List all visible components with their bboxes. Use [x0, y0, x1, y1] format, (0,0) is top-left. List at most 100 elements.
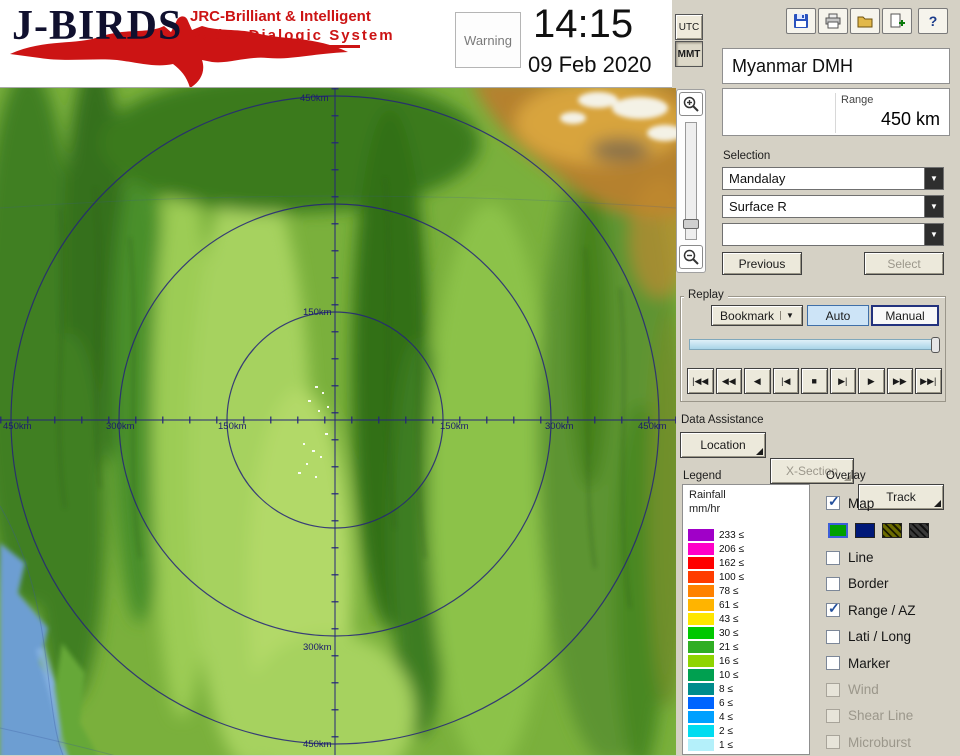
line-checkbox[interactable] — [826, 550, 840, 565]
chevron-down-icon[interactable]: ▼ — [924, 196, 943, 217]
logo-underline — [185, 45, 360, 48]
legend-rows: 233 ≤ 206 ≤ 162 ≤ 100 ≤ 78 ≤ 61 ≤ 43 ≤ 3… — [688, 529, 744, 753]
product-combo[interactable]: Surface R ▼ — [722, 195, 944, 218]
zoom-slider[interactable] — [683, 122, 699, 240]
range-az-checkbox[interactable] — [826, 600, 840, 618]
legend-value: 10 ≤ — [719, 669, 739, 681]
overlay-item-border[interactable]: Border — [826, 571, 948, 597]
play-button[interactable]: ▶ — [858, 368, 885, 394]
legend-value: 4 ≤ — [719, 711, 733, 723]
warning-button[interactable]: Warning — [455, 12, 521, 68]
option-combo[interactable]: ▼ — [722, 223, 944, 246]
legend-color-chip — [688, 683, 714, 695]
data-assistance-label: Data Assistance — [681, 414, 764, 426]
clock-date: 09 Feb 2020 — [528, 52, 652, 77]
legend-row: 61 ≤ — [688, 599, 744, 611]
bookmark-button-label: Bookmark — [720, 308, 775, 323]
open-folder-button[interactable] — [850, 8, 880, 34]
replay-slider[interactable] — [689, 337, 940, 353]
legend-value: 16 ≤ — [719, 655, 739, 667]
print-icon — [825, 13, 841, 29]
legend-color-chip — [688, 627, 714, 639]
utc-button[interactable]: UTC — [675, 14, 703, 40]
mmt-button[interactable]: MMT — [675, 41, 703, 67]
ring-label: 300km — [303, 642, 332, 653]
legend-row: 162 ≤ — [688, 557, 744, 569]
legend-color-chip — [688, 711, 714, 723]
overlay-item-label: Shear Line — [848, 708, 914, 724]
zoom-slider-thumb[interactable] — [683, 219, 699, 229]
legend-color-chip — [688, 739, 714, 751]
overlay-label: Overlay — [826, 470, 866, 482]
overlay-panel: Map Line Border Range / AZ Lati / Long M… — [826, 490, 948, 756]
stop-button[interactable]: ■ — [801, 368, 828, 394]
skip-start-button[interactable]: |◀◀ — [687, 368, 714, 394]
manual-button[interactable]: Manual — [871, 305, 939, 326]
magnifier-plus-icon — [683, 96, 699, 112]
ring-label: 450km — [638, 421, 667, 432]
help-button[interactable]: ? — [918, 8, 948, 34]
fast-rewind-button[interactable]: ◀◀ — [715, 368, 742, 394]
step-forward-button[interactable]: ▶| — [829, 368, 856, 394]
folder-icon — [857, 16, 873, 28]
map-checkbox[interactable] — [826, 493, 840, 511]
legend-value: 206 ≤ — [719, 543, 744, 555]
zoom-in-button[interactable] — [679, 92, 703, 116]
overlay-item-line[interactable]: Line — [826, 544, 948, 570]
select-button[interactable]: Select — [864, 252, 944, 275]
divider — [835, 93, 836, 133]
chevron-down-icon: ▼ — [780, 311, 794, 320]
border-checkbox[interactable] — [826, 576, 840, 591]
legend-label: Legend — [683, 470, 722, 482]
ring-label: 150km — [303, 307, 332, 318]
legend-color-chip — [688, 543, 714, 555]
step-back-button[interactable]: |◀ — [772, 368, 799, 394]
overlay-item-marker[interactable]: Marker — [826, 650, 948, 676]
clock-time: 14:15 — [533, 2, 634, 46]
legend-value: 2 ≤ — [719, 725, 733, 737]
overlay-item-range-az[interactable]: Range / AZ — [826, 597, 948, 623]
previous-button[interactable]: Previous — [722, 252, 802, 275]
location-button[interactable]: Location — [680, 432, 766, 458]
bookmark-button[interactable]: Bookmark ▼ — [711, 305, 803, 326]
auto-button[interactable]: Auto — [807, 305, 869, 326]
legend-value: 78 ≤ — [719, 585, 739, 597]
site-combo-value: Mandalay — [729, 171, 786, 186]
radar-map[interactable]: 450km 150km 300km 450km 450km 300km 150k… — [0, 88, 676, 755]
export-button[interactable] — [882, 8, 912, 34]
legend-row: 10 ≤ — [688, 669, 744, 681]
chevron-down-icon[interactable]: ▼ — [924, 168, 943, 189]
map-style-swatch[interactable] — [882, 522, 902, 538]
lati-long-checkbox[interactable] — [826, 629, 840, 644]
save-icon — [794, 14, 808, 28]
legend-panel: Rainfall mm/hr 233 ≤ 206 ≤ 162 ≤ 100 ≤ 7… — [682, 484, 810, 755]
site-combo[interactable]: Mandalay ▼ — [722, 167, 944, 190]
fast-forward-button[interactable]: ▶▶ — [886, 368, 913, 394]
map-style-swatch[interactable] — [828, 522, 848, 538]
print-button[interactable] — [818, 8, 848, 34]
shear-line-checkbox — [826, 708, 840, 723]
legend-color-chip — [688, 669, 714, 681]
replay-slider-thumb[interactable] — [931, 337, 940, 353]
overlay-item-lati-long[interactable]: Lati / Long — [826, 624, 948, 650]
zoom-out-button[interactable] — [679, 245, 703, 269]
map-style-swatch[interactable] — [855, 522, 875, 538]
overlay-item-label: Microburst — [848, 734, 912, 750]
save-button[interactable] — [786, 8, 816, 34]
overlay-item-label: Marker — [848, 655, 891, 671]
ring-label: 300km — [106, 421, 135, 432]
legend-value: 21 ≤ — [719, 641, 739, 653]
map-style-swatch[interactable] — [909, 522, 929, 538]
skip-end-button[interactable]: ▶▶| — [915, 368, 942, 394]
selection-label: Selection — [723, 150, 771, 162]
range-value: 450 km — [880, 109, 940, 129]
marker-checkbox[interactable] — [826, 656, 840, 671]
legend-color-chip — [688, 571, 714, 583]
map-svg: 450km 150km 300km 450km 450km 300km 150k… — [0, 88, 676, 755]
chevron-down-icon[interactable]: ▼ — [924, 224, 943, 245]
play-reverse-button[interactable]: ◀ — [744, 368, 771, 394]
option-combo-value — [723, 224, 924, 245]
wind-checkbox — [826, 682, 840, 697]
overlay-item-map[interactable]: Map — [826, 490, 948, 516]
legend-color-chip — [688, 557, 714, 569]
